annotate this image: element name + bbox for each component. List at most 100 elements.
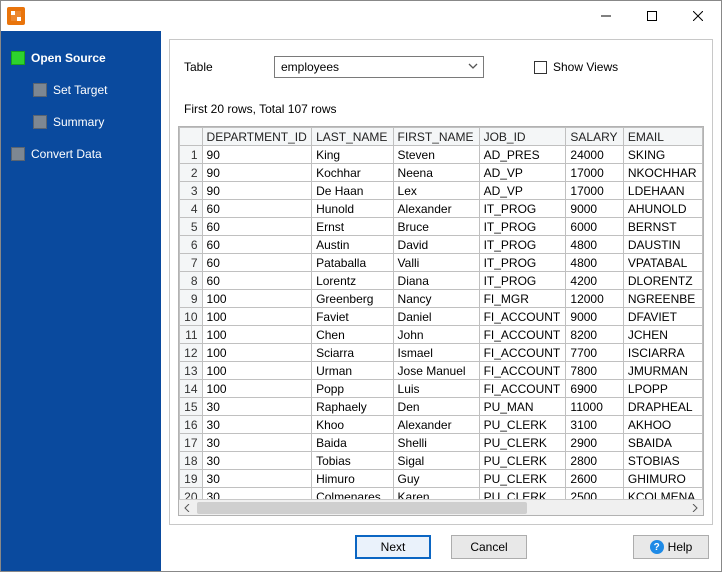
table-cell[interactable]: 9000	[566, 308, 623, 326]
table-cell[interactable]: Nancy	[393, 290, 479, 308]
table-cell[interactable]: 100	[202, 290, 312, 308]
table-cell[interactable]: Sigal	[393, 452, 479, 470]
table-cell[interactable]: 60	[202, 272, 312, 290]
table-cell[interactable]: King	[312, 146, 393, 164]
table-cell[interactable]: 60	[202, 200, 312, 218]
table-cell[interactable]: 2800	[566, 452, 623, 470]
table-cell[interactable]: Alexander	[393, 416, 479, 434]
table-cell[interactable]: DRAPHEAL	[623, 398, 702, 416]
col-header[interactable]: DEPARTMENT_ID	[202, 128, 312, 146]
table-cell[interactable]: Baida	[312, 434, 393, 452]
nav-summary[interactable]: Summary	[31, 111, 153, 133]
table-cell[interactable]: 30	[202, 470, 312, 488]
table-cell[interactable]: LPOPP	[623, 380, 702, 398]
table-cell[interactable]: IT_PROG	[479, 218, 566, 236]
horizontal-scrollbar[interactable]	[179, 499, 703, 515]
col-header[interactable]: FIRST_NAME	[393, 128, 479, 146]
table-cell[interactable]: 90	[202, 146, 312, 164]
table-cell[interactable]: PU_MAN	[479, 398, 566, 416]
row-number-cell[interactable]: 1	[180, 146, 203, 164]
nav-open-source[interactable]: Open Source	[9, 47, 153, 69]
table-cell[interactable]: FI_ACCOUNT	[479, 308, 566, 326]
table-cell[interactable]: SBAIDA	[623, 434, 702, 452]
table-cell[interactable]: JCHEN	[623, 326, 702, 344]
table-cell[interactable]: 4800	[566, 236, 623, 254]
table-row[interactable]: 1530RaphaelyDenPU_MAN11000DRAPHEAL	[180, 398, 703, 416]
table-row[interactable]: 560ErnstBruceIT_PROG6000BERNST	[180, 218, 703, 236]
table-cell[interactable]: STOBIAS	[623, 452, 702, 470]
row-number-cell[interactable]: 19	[180, 470, 203, 488]
scrollbar-thumb[interactable]	[197, 502, 527, 514]
table-cell[interactable]: 6000	[566, 218, 623, 236]
table-cell[interactable]: Bruce	[393, 218, 479, 236]
table-row[interactable]: 860LorentzDianaIT_PROG4200DLORENTZ	[180, 272, 703, 290]
table-cell[interactable]: 2600	[566, 470, 623, 488]
table-row[interactable]: 12100SciarraIsmaelFI_ACCOUNT7700ISCIARRA	[180, 344, 703, 362]
table-row[interactable]: 2030ColmenaresKarenPU_CLERK2500KCOLMENA	[180, 488, 703, 500]
table-cell[interactable]: Kochhar	[312, 164, 393, 182]
table-cell[interactable]: 17000	[566, 182, 623, 200]
row-number-cell[interactable]: 9	[180, 290, 203, 308]
table-cell[interactable]: 30	[202, 434, 312, 452]
table-cell[interactable]: Khoo	[312, 416, 393, 434]
table-cell[interactable]: 8200	[566, 326, 623, 344]
row-number-cell[interactable]: 12	[180, 344, 203, 362]
table-cell[interactable]: PU_CLERK	[479, 434, 566, 452]
table-row[interactable]: 390De HaanLexAD_VP17000LDEHAAN	[180, 182, 703, 200]
table-cell[interactable]: Greenberg	[312, 290, 393, 308]
table-cell[interactable]: 7800	[566, 362, 623, 380]
table-row[interactable]: 660AustinDavidIT_PROG4800DAUSTIN	[180, 236, 703, 254]
row-number-cell[interactable]: 8	[180, 272, 203, 290]
table-cell[interactable]: Lex	[393, 182, 479, 200]
table-cell[interactable]: 100	[202, 362, 312, 380]
col-header[interactable]: SALARY	[566, 128, 623, 146]
row-number-cell[interactable]: 11	[180, 326, 203, 344]
col-header[interactable]: JOB_ID	[479, 128, 566, 146]
table-cell[interactable]: 3100	[566, 416, 623, 434]
close-button[interactable]	[675, 1, 721, 31]
table-cell[interactable]: ISCIARRA	[623, 344, 702, 362]
table-cell[interactable]: LDEHAAN	[623, 182, 702, 200]
table-cell[interactable]: Daniel	[393, 308, 479, 326]
table-cell[interactable]: Alexander	[393, 200, 479, 218]
scroll-right-icon[interactable]	[687, 500, 703, 516]
show-views-checkbox[interactable]: Show Views	[534, 60, 618, 74]
table-cell[interactable]: 100	[202, 326, 312, 344]
table-cell[interactable]: De Haan	[312, 182, 393, 200]
nav-set-target[interactable]: Set Target	[31, 79, 153, 101]
maximize-button[interactable]	[629, 1, 675, 31]
table-cell[interactable]: Raphaely	[312, 398, 393, 416]
table-cell[interactable]: FI_ACCOUNT	[479, 380, 566, 398]
table-cell[interactable]: 6900	[566, 380, 623, 398]
table-row[interactable]: 1730BaidaShelliPU_CLERK2900SBAIDA	[180, 434, 703, 452]
table-cell[interactable]: Hunold	[312, 200, 393, 218]
table-cell[interactable]: 30	[202, 398, 312, 416]
table-cell[interactable]: PU_CLERK	[479, 416, 566, 434]
table-cell[interactable]: 90	[202, 164, 312, 182]
table-cell[interactable]: PU_CLERK	[479, 488, 566, 500]
table-cell[interactable]: 30	[202, 488, 312, 500]
table-cell[interactable]: 60	[202, 236, 312, 254]
table-cell[interactable]: Faviet	[312, 308, 393, 326]
table-cell[interactable]: PU_CLERK	[479, 452, 566, 470]
table-cell[interactable]: 100	[202, 380, 312, 398]
table-row[interactable]: 190KingStevenAD_PRES24000SKING	[180, 146, 703, 164]
table-cell[interactable]: NKOCHHAR	[623, 164, 702, 182]
table-cell[interactable]: Pataballa	[312, 254, 393, 272]
row-number-cell[interactable]: 2	[180, 164, 203, 182]
table-cell[interactable]: 100	[202, 308, 312, 326]
table-cell[interactable]: 11000	[566, 398, 623, 416]
table-cell[interactable]: 2900	[566, 434, 623, 452]
row-number-cell[interactable]: 4	[180, 200, 203, 218]
row-number-header[interactable]	[180, 128, 203, 146]
table-cell[interactable]: VPATABAL	[623, 254, 702, 272]
table-cell[interactable]: AD_PRES	[479, 146, 566, 164]
table-cell[interactable]: Guy	[393, 470, 479, 488]
table-cell[interactable]: PU_CLERK	[479, 470, 566, 488]
scroll-left-icon[interactable]	[179, 500, 195, 516]
table-cell[interactable]: Urman	[312, 362, 393, 380]
table-cell[interactable]: Karen	[393, 488, 479, 500]
table-cell[interactable]: Ismael	[393, 344, 479, 362]
table-cell[interactable]: 60	[202, 218, 312, 236]
table-cell[interactable]: FI_MGR	[479, 290, 566, 308]
